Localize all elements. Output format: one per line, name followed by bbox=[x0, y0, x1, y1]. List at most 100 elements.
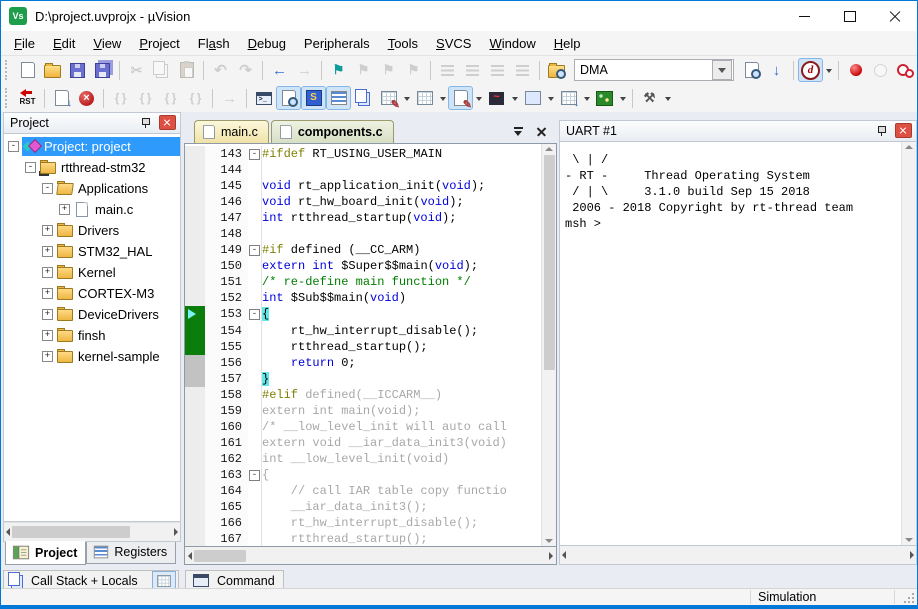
dropdown-arrow-icon[interactable] bbox=[509, 87, 520, 109]
pin-icon[interactable] bbox=[877, 125, 887, 136]
dropdown-arrow-icon[interactable] bbox=[823, 59, 834, 81]
scroll-left-icon[interactable] bbox=[562, 551, 566, 559]
start-stop-debug-button[interactable]: d bbox=[799, 59, 822, 81]
dropdown-arrow-icon[interactable] bbox=[437, 87, 448, 109]
fold-collapse-icon[interactable]: - bbox=[249, 309, 260, 320]
tree-item-kernel-sample[interactable]: +kernel-sample bbox=[4, 346, 180, 367]
open-file-button[interactable] bbox=[41, 59, 64, 81]
scrollbar-thumb[interactable] bbox=[544, 155, 555, 370]
project-horizontal-scrollbar[interactable] bbox=[3, 522, 181, 542]
menu-file[interactable]: File bbox=[5, 33, 44, 54]
menu-help[interactable]: Help bbox=[545, 33, 590, 54]
tree-item-cortex-m3[interactable]: +CORTEX-M3 bbox=[4, 283, 180, 304]
disable-all-breakpoints-button[interactable] bbox=[894, 59, 917, 81]
uart-horizontal-scrollbar[interactable] bbox=[559, 546, 917, 565]
minimize-button[interactable] bbox=[782, 1, 827, 31]
dropdown-arrow-icon[interactable] bbox=[401, 87, 412, 109]
step-out-button[interactable]: { } bbox=[159, 87, 182, 109]
registers-window-button[interactable] bbox=[327, 87, 350, 109]
copy-button[interactable] bbox=[150, 59, 173, 81]
tree-expander-icon[interactable]: - bbox=[8, 141, 19, 152]
maximize-button[interactable] bbox=[827, 1, 872, 31]
memory-window-button[interactable] bbox=[413, 87, 436, 109]
tree-expander-icon[interactable]: + bbox=[42, 330, 53, 341]
call-stack-window-button[interactable] bbox=[352, 87, 375, 109]
trace-window-button[interactable] bbox=[521, 87, 544, 109]
redo-button[interactable]: ↷ bbox=[234, 59, 257, 81]
scroll-left-icon[interactable] bbox=[6, 528, 10, 536]
toolbar-grip[interactable] bbox=[5, 88, 12, 108]
tree-expander-icon[interactable]: + bbox=[42, 246, 53, 257]
system-viewer-button[interactable]: ↓ bbox=[557, 87, 580, 109]
resize-grip[interactable] bbox=[912, 601, 914, 603]
combobox-dropdown-icon[interactable] bbox=[712, 60, 732, 80]
panel-close-icon[interactable] bbox=[895, 123, 912, 138]
debug-settings-button[interactable]: ⚒ bbox=[638, 87, 661, 109]
tree-expander-icon[interactable]: - bbox=[25, 162, 36, 173]
insert-breakpoint-button[interactable] bbox=[844, 59, 867, 81]
scroll-down-icon[interactable] bbox=[545, 539, 553, 543]
dropdown-arrow-icon[interactable] bbox=[545, 87, 556, 109]
scroll-up-icon[interactable] bbox=[905, 145, 913, 149]
tree-expander-icon[interactable]: + bbox=[42, 267, 53, 278]
run-button[interactable]: ↓ bbox=[50, 87, 73, 109]
tree-item-stm32-hal[interactable]: +STM32_HAL bbox=[4, 241, 180, 262]
stop-button[interactable]: × bbox=[75, 87, 98, 109]
show-next-statement-button[interactable]: → bbox=[218, 87, 241, 109]
dropdown-arrow-icon[interactable] bbox=[617, 87, 628, 109]
uncomment-button[interactable] bbox=[511, 59, 534, 81]
scroll-right-icon[interactable] bbox=[174, 528, 178, 536]
reset-button[interactable]: RST bbox=[16, 87, 39, 109]
incremental-find-button[interactable]: ↓ bbox=[765, 59, 788, 81]
tree-expander-icon[interactable]: + bbox=[42, 309, 53, 320]
dropdown-arrow-icon[interactable] bbox=[662, 87, 673, 109]
indent-button[interactable] bbox=[436, 59, 459, 81]
toolbox-button[interactable] bbox=[593, 87, 616, 109]
new-file-button[interactable] bbox=[16, 59, 39, 81]
menu-tools[interactable]: Tools bbox=[379, 33, 427, 54]
toggle-bookmark-button[interactable]: ⚑ bbox=[327, 59, 350, 81]
dropdown-arrow-icon[interactable] bbox=[581, 87, 592, 109]
comment-button[interactable] bbox=[486, 59, 509, 81]
scroll-right-icon[interactable] bbox=[910, 551, 914, 559]
code-editor[interactable]: 143-#ifdef RT_USING_USER_MAIN144145void … bbox=[184, 143, 557, 547]
run-to-cursor-button[interactable]: { } bbox=[184, 87, 207, 109]
fold-collapse-icon[interactable]: - bbox=[249, 245, 260, 256]
tree-item-drivers[interactable]: +Drivers bbox=[4, 220, 180, 241]
menu-view[interactable]: View bbox=[84, 33, 130, 54]
editor-horizontal-scrollbar[interactable] bbox=[184, 547, 557, 565]
editor-vertical-scrollbar[interactable] bbox=[541, 144, 556, 546]
save-all-button[interactable] bbox=[91, 59, 114, 81]
scroll-up-icon[interactable] bbox=[545, 147, 553, 151]
close-document-icon[interactable] bbox=[536, 126, 547, 137]
menu-edit[interactable]: Edit bbox=[44, 33, 84, 54]
symbol-window-button[interactable]: S bbox=[302, 87, 325, 109]
cut-button[interactable]: ✂ bbox=[125, 59, 148, 81]
fold-column[interactable]: - bbox=[248, 242, 262, 258]
fold-column[interactable]: - bbox=[248, 306, 262, 322]
fold-column[interactable]: - bbox=[248, 467, 262, 483]
save-button[interactable] bbox=[66, 59, 89, 81]
tab-registers[interactable]: Registers bbox=[86, 542, 176, 564]
dropdown-arrow-icon[interactable] bbox=[473, 87, 484, 109]
scrollbar-thumb[interactable] bbox=[194, 550, 246, 562]
tree-item-kernel[interactable]: +Kernel bbox=[4, 262, 180, 283]
clear-bookmarks-button[interactable]: ⚑ bbox=[402, 59, 425, 81]
tree-expander-icon[interactable]: - bbox=[42, 183, 53, 194]
fold-column[interactable]: - bbox=[248, 146, 262, 162]
scrollbar-thumb[interactable] bbox=[12, 526, 130, 538]
menu-debug[interactable]: Debug bbox=[239, 33, 295, 54]
find-in-files-button[interactable] bbox=[545, 59, 568, 81]
tree-expander-icon[interactable]: + bbox=[59, 204, 70, 215]
tree-item-project-project[interactable]: -Project: project bbox=[4, 136, 180, 157]
menu-peripherals[interactable]: Peripherals bbox=[295, 33, 379, 54]
watch-window-button[interactable]: ✎ bbox=[377, 87, 400, 109]
search-combobox[interactable]: DMA bbox=[574, 59, 734, 81]
tree-item-main-c[interactable]: +main.c bbox=[4, 199, 180, 220]
close-button[interactable] bbox=[872, 1, 917, 31]
menu-project[interactable]: Project bbox=[130, 33, 188, 54]
step-button[interactable]: { } bbox=[109, 87, 132, 109]
undo-button[interactable]: ↶ bbox=[209, 59, 232, 81]
panel-close-icon[interactable] bbox=[159, 115, 176, 130]
command-window-button[interactable]: >_ bbox=[252, 87, 275, 109]
